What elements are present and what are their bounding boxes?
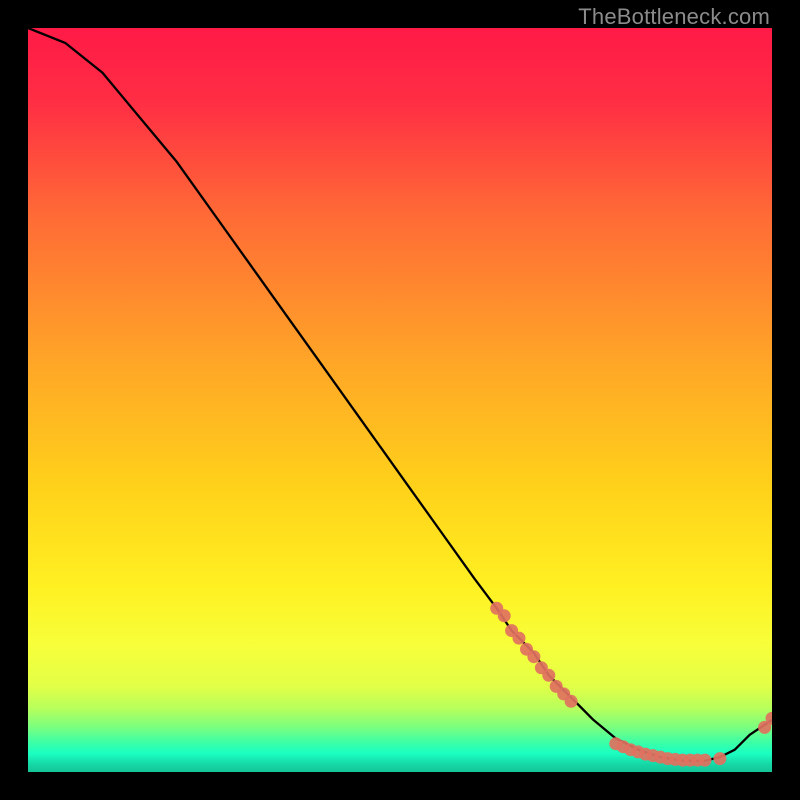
plot-area: [28, 28, 772, 772]
background-gradient: [28, 28, 772, 772]
watermark-text: TheBottleneck.com: [578, 4, 770, 30]
chart-stage: TheBottleneck.com: [0, 0, 800, 800]
